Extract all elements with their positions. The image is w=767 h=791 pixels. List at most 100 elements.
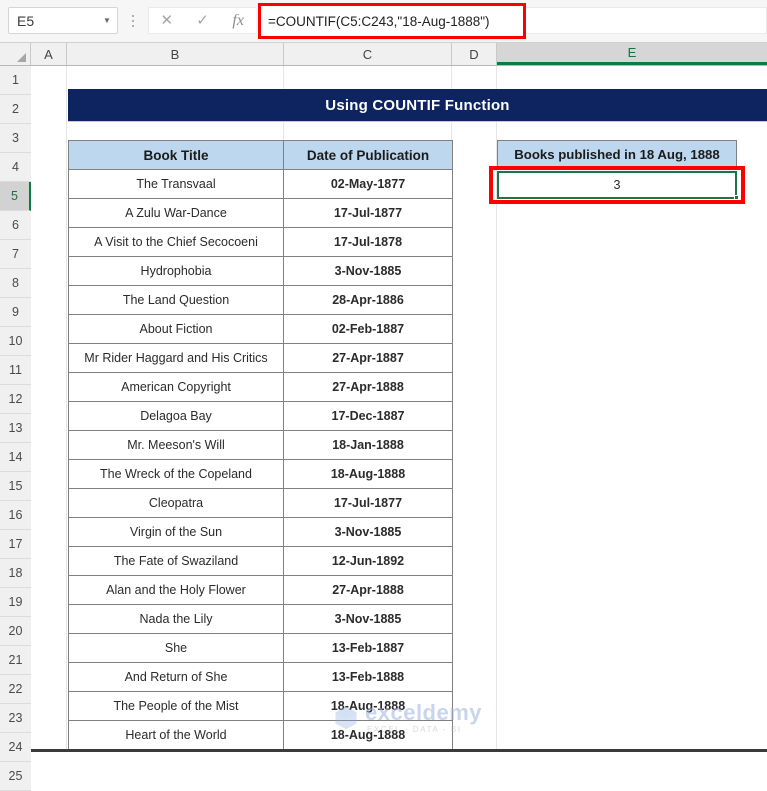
cell-date[interactable]: 17-Dec-1887	[284, 402, 453, 431]
formula-bar-field-rest[interactable]	[526, 7, 767, 34]
name-box[interactable]: E5 ▼	[8, 7, 118, 34]
row-header-17[interactable]: 17	[0, 530, 31, 559]
cell-date[interactable]: 13-Feb-1887	[284, 634, 453, 663]
table-row[interactable]: The People of the Mist18-Aug-1888	[69, 692, 453, 721]
column-header-e[interactable]: E	[497, 43, 767, 65]
cell-book-title[interactable]: A Visit to the Chief Secocoeni	[69, 228, 284, 257]
table-row[interactable]: American Copyright27-Apr-1888	[69, 373, 453, 402]
table-row[interactable]: The Land Question28-Apr-1886	[69, 286, 453, 315]
cell-book-title[interactable]: Mr. Meeson's Will	[69, 431, 284, 460]
table-row[interactable]: Virgin of the Sun3-Nov-1885	[69, 518, 453, 547]
cell-date[interactable]: 17-Jul-1877	[284, 199, 453, 228]
cell-book-title[interactable]: The Transvaal	[69, 170, 284, 199]
cell-date[interactable]: 27-Apr-1888	[284, 373, 453, 402]
cell-book-title[interactable]: Nada the Lily	[69, 605, 284, 634]
table-row[interactable]: Nada the Lily3-Nov-1885	[69, 605, 453, 634]
row-header-5[interactable]: 5	[0, 182, 31, 211]
row-header-3[interactable]: 3	[0, 124, 31, 153]
result-cell-e5[interactable]: 3	[497, 171, 737, 199]
row-header-19[interactable]: 19	[0, 588, 31, 617]
table-row[interactable]: Mr Rider Haggard and His Critics27-Apr-1…	[69, 344, 453, 373]
row-header-12[interactable]: 12	[0, 385, 31, 414]
row-header-20[interactable]: 20	[0, 617, 31, 646]
table-row[interactable]: The Wreck of the Copeland18-Aug-1888	[69, 460, 453, 489]
cell-date[interactable]: 3-Nov-1885	[284, 257, 453, 286]
close-icon[interactable]: ✕	[149, 13, 185, 28]
row-header-9[interactable]: 9	[0, 298, 31, 327]
row-header-8[interactable]: 8	[0, 269, 31, 298]
cell-book-title[interactable]: The Wreck of the Copeland	[69, 460, 284, 489]
chevron-down-icon[interactable]: ▼	[97, 17, 117, 25]
cell-date[interactable]: 18-Aug-1888	[284, 460, 453, 489]
row-header-22[interactable]: 22	[0, 675, 31, 704]
table-row[interactable]: A Visit to the Chief Secocoeni17-Jul-187…	[69, 228, 453, 257]
row-header-15[interactable]: 15	[0, 472, 31, 501]
row-header-18[interactable]: 18	[0, 559, 31, 588]
worksheet-grid[interactable]: Using COUNTIF Function Book Title Date o…	[31, 66, 767, 749]
table-row[interactable]: Alan and the Holy Flower27-Apr-1888	[69, 576, 453, 605]
row-header-10[interactable]: 10	[0, 327, 31, 356]
cell-date[interactable]: 27-Apr-1887	[284, 344, 453, 373]
cell-book-title[interactable]: She	[69, 634, 284, 663]
select-all-corner[interactable]	[0, 43, 31, 65]
formula-input[interactable]: =COUNTIF(C5:C243,"18-Aug-1888")	[268, 6, 519, 36]
cell-date[interactable]: 02-Feb-1887	[284, 315, 453, 344]
cell-date[interactable]: 18-Jan-1888	[284, 431, 453, 460]
cell-book-title[interactable]: Mr Rider Haggard and His Critics	[69, 344, 284, 373]
row-header-16[interactable]: 16	[0, 501, 31, 530]
formula-bar-handle[interactable]	[129, 11, 137, 31]
cell-book-title[interactable]: A Zulu War-Dance	[69, 199, 284, 228]
cell-date[interactable]: 3-Nov-1885	[284, 605, 453, 634]
cell-date[interactable]: 13-Feb-1888	[284, 663, 453, 692]
row-header-11[interactable]: 11	[0, 356, 31, 385]
cell-book-title[interactable]: American Copyright	[69, 373, 284, 402]
cell-book-title[interactable]: And Return of She	[69, 663, 284, 692]
column-header-b[interactable]: B	[67, 43, 284, 65]
cell-date[interactable]: 3-Nov-1885	[284, 518, 453, 547]
cell-date[interactable]: 17-Jul-1878	[284, 228, 453, 257]
table-row[interactable]: Cleopatra17-Jul-1877	[69, 489, 453, 518]
column-header-d[interactable]: D	[452, 43, 497, 65]
cell-book-title[interactable]: Cleopatra	[69, 489, 284, 518]
row-header-14[interactable]: 14	[0, 443, 31, 472]
cell-book-title[interactable]: The Land Question	[69, 286, 284, 315]
row-header-6[interactable]: 6	[0, 211, 31, 240]
cell-date[interactable]: 18-Aug-1888	[284, 692, 453, 721]
row-header-4[interactable]: 4	[0, 153, 31, 182]
cell-book-title[interactable]: The People of the Mist	[69, 692, 284, 721]
row-header-13[interactable]: 13	[0, 414, 31, 443]
row-header-24[interactable]: 24	[0, 733, 31, 762]
fx-icon[interactable]: fx	[220, 13, 256, 29]
cell-book-title[interactable]: The Fate of Swaziland	[69, 547, 284, 576]
cell-book-title[interactable]: Virgin of the Sun	[69, 518, 284, 547]
column-header-c[interactable]: C	[284, 43, 452, 65]
table-row[interactable]: The Fate of Swaziland12-Jun-1892	[69, 547, 453, 576]
cell-book-title[interactable]: Alan and the Holy Flower	[69, 576, 284, 605]
table-row[interactable]: The Transvaal02-May-1877	[69, 170, 453, 199]
table-row[interactable]: Hydrophobia3-Nov-1885	[69, 257, 453, 286]
cell-book-title[interactable]: Hydrophobia	[69, 257, 284, 286]
table-row[interactable]: Heart of the World18-Aug-1888	[69, 721, 453, 750]
cell-date[interactable]: 02-May-1877	[284, 170, 453, 199]
column-header-a[interactable]: A	[31, 43, 67, 65]
cell-date[interactable]: 12-Jun-1892	[284, 547, 453, 576]
table-row[interactable]: Delagoa Bay17-Dec-1887	[69, 402, 453, 431]
check-icon[interactable]: ✓	[185, 13, 221, 28]
row-header-7[interactable]: 7	[0, 240, 31, 269]
cell-book-title[interactable]: About Fiction	[69, 315, 284, 344]
table-row[interactable]: Mr. Meeson's Will18-Jan-1888	[69, 431, 453, 460]
fill-handle[interactable]	[734, 195, 739, 200]
cell-date[interactable]: 28-Apr-1886	[284, 286, 453, 315]
table-row[interactable]: And Return of She13-Feb-1888	[69, 663, 453, 692]
cell-date[interactable]: 17-Jul-1877	[284, 489, 453, 518]
table-row[interactable]: A Zulu War-Dance17-Jul-1877	[69, 199, 453, 228]
cell-book-title[interactable]: Heart of the World	[69, 721, 284, 750]
table-row[interactable]: She13-Feb-1887	[69, 634, 453, 663]
cell-book-title[interactable]: Delagoa Bay	[69, 402, 284, 431]
row-header-23[interactable]: 23	[0, 704, 31, 733]
row-header-2[interactable]: 2	[0, 95, 31, 124]
row-header-21[interactable]: 21	[0, 646, 31, 675]
cell-date[interactable]: 27-Apr-1888	[284, 576, 453, 605]
row-header-25[interactable]: 25	[0, 762, 31, 791]
row-header-1[interactable]: 1	[0, 66, 31, 95]
